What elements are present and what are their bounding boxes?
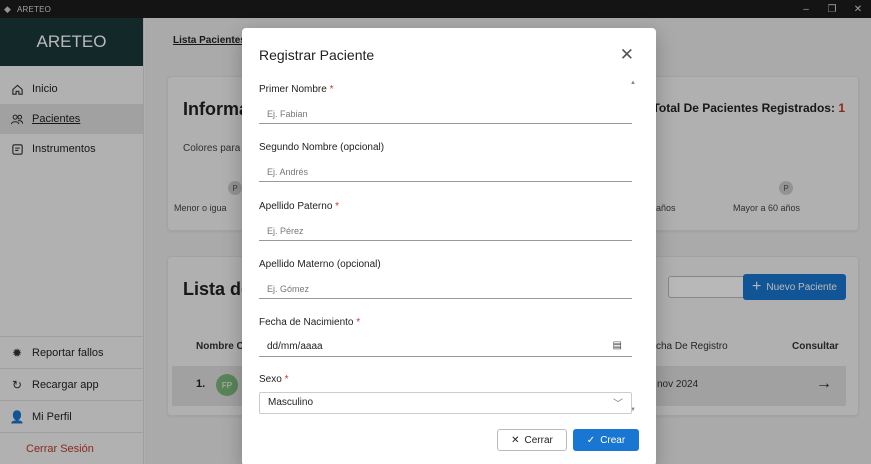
field-label: Segundo Nombre (opcional) [259,142,385,153]
sex-select[interactable]: Masculino [259,392,632,414]
field-label: Primer Nombre * [259,84,334,95]
maternal-surname-input[interactable]: Ej. Gómez [259,279,632,299]
close-icon[interactable]: ✕ [620,45,634,65]
dialog-scrollbar[interactable]: ▲ ▼ [630,80,636,413]
field-label: Sexo * [259,374,289,385]
field-label: Apellido Materno (opcional) [259,259,381,270]
birth-date-input[interactable]: dd/mm/aaaa [259,337,632,357]
maternal-surname-field: Apellido Materno (opcional) Ej. Gómez [259,259,632,299]
register-patient-dialog: Registrar Paciente ✕ ▲ ▼ Primer Nombre *… [242,28,656,464]
second-name-input[interactable]: Ej. Andrés [259,162,632,182]
check-icon: ✓ [586,434,596,446]
field-label: Fecha de Nacimiento * [259,317,361,328]
first-name-field: Primer Nombre * Ej. Fabian [259,84,632,124]
first-name-input[interactable]: Ej. Fabian [259,104,632,124]
close-icon: ✕ [511,434,520,446]
field-label: Apellido Paterno * [259,201,340,212]
cancel-label: Cerrar [524,434,553,446]
birth-date-field: Fecha de Nacimiento * dd/mm/aaaa ▤ [259,317,632,357]
calendar-icon[interactable]: ▤ [613,340,622,351]
cancel-button[interactable]: ✕ Cerrar [497,429,567,451]
paternal-surname-field: Apellido Paterno * Ej. Pérez [259,201,632,241]
dialog-title: Registrar Paciente [259,47,375,63]
paternal-surname-input[interactable]: Ej. Pérez [259,221,632,241]
create-button[interactable]: ✓ Crear [573,429,639,451]
sex-field: Sexo * Masculino ﹀ [259,374,632,414]
create-label: Crear [600,434,626,446]
chevron-down-icon[interactable]: ﹀ [613,395,623,410]
second-name-field: Segundo Nombre (opcional) Ej. Andrés [259,142,632,182]
